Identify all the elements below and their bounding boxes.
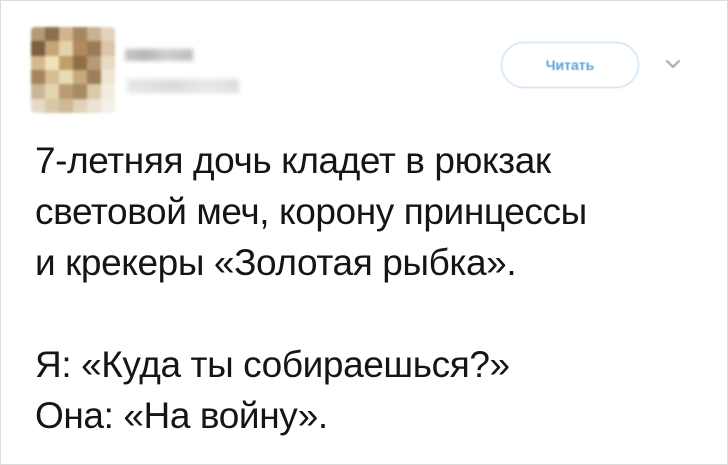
avatar[interactable] xyxy=(31,27,115,113)
avatar-pixel xyxy=(59,55,73,70)
avatar-pixel xyxy=(59,98,73,113)
avatar-pixel xyxy=(87,98,101,113)
avatar-pixel xyxy=(73,27,87,42)
avatar-pixel xyxy=(101,41,115,56)
tweet-text-line: световой меч, корону принцессы xyxy=(35,191,587,232)
avatar-pixel xyxy=(45,98,59,113)
avatar-pixel xyxy=(31,27,45,42)
avatar-pixel xyxy=(31,84,45,99)
avatar-pixel xyxy=(87,69,101,85)
avatar-pixel xyxy=(31,55,45,70)
avatar-pixel xyxy=(45,55,59,70)
avatar-pixel xyxy=(31,69,45,85)
follow-button-label: Читать xyxy=(545,57,595,73)
avatar-pixel xyxy=(87,41,101,56)
avatar-pixel xyxy=(45,41,59,56)
chevron-down-icon[interactable] xyxy=(665,58,681,70)
avatar-pixel xyxy=(87,27,101,42)
avatar-pixel xyxy=(87,84,101,99)
author-name-blurred[interactable] xyxy=(125,49,193,61)
follow-button[interactable]: Читать xyxy=(501,42,639,88)
avatar-pixel xyxy=(59,27,73,42)
tweet-card: Читать 7-летняя дочь кладет в рюкзак све… xyxy=(0,0,728,465)
tweet-text-line: 7-летняя дочь кладет в рюкзак xyxy=(35,140,551,181)
avatar-pixel xyxy=(45,84,59,99)
tweet-text-line: Она: «На войну». xyxy=(35,395,328,436)
tweet-text-line: Я: «Куда ты собираешься?» xyxy=(35,344,510,385)
avatar-pixel xyxy=(73,41,87,56)
avatar-pixel xyxy=(101,69,115,85)
avatar-pixel xyxy=(87,55,101,70)
avatar-pixel xyxy=(59,84,73,99)
avatar-pixel xyxy=(73,55,87,70)
avatar-pixel xyxy=(59,69,73,85)
tweet-text-line: и крекеры «Золотая рыбка». xyxy=(35,242,517,283)
tweet-text: 7-летняя дочь кладет в рюкзак световой м… xyxy=(35,135,705,441)
avatar-pixel xyxy=(73,84,87,99)
avatar-pixel xyxy=(101,55,115,70)
avatar-pixel xyxy=(31,98,45,113)
avatar-pixel xyxy=(101,84,115,99)
avatar-pixel xyxy=(73,98,87,113)
avatar-pixel xyxy=(101,98,115,113)
avatar-pixel xyxy=(45,69,59,85)
avatar-pixel xyxy=(45,27,59,42)
author-handle-blurred[interactable] xyxy=(127,79,239,93)
avatar-pixel xyxy=(101,27,115,42)
avatar-pixel xyxy=(73,69,87,85)
avatar-pixel xyxy=(31,41,45,56)
avatar-pixel xyxy=(59,41,73,56)
